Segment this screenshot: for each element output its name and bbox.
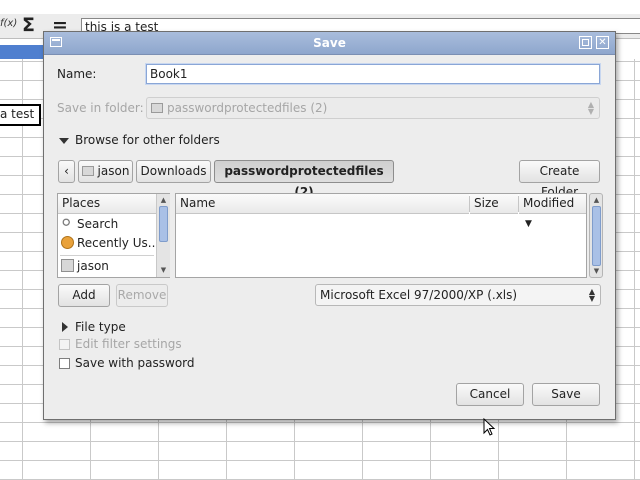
places-panel[interactable]: Places Search Recently Us... jason ▲ ▼	[57, 193, 170, 278]
home-folder-icon	[81, 166, 94, 176]
save-button[interactable]: Save	[532, 383, 600, 406]
save-in-folder-value: passwordprotectedfiles (2)	[167, 101, 328, 115]
close-icon[interactable]: ✕	[596, 36, 609, 49]
folder-icon	[151, 103, 163, 113]
scroll-down-icon[interactable]: ▼	[590, 267, 603, 275]
save-dialog: Save ✕ Name: Book1 Save in folder: passw…	[43, 31, 616, 420]
cancel-button[interactable]: Cancel	[456, 383, 524, 406]
function-wizard-icon[interactable]: f(x)	[0, 18, 17, 29]
recent-icon	[61, 236, 74, 249]
file-list[interactable]: Name Size Modified ▼	[175, 193, 587, 278]
path-button-jason[interactable]: jason	[78, 160, 133, 183]
places-scrollbar[interactable]: ▲ ▼	[156, 194, 170, 277]
create-folder-button[interactable]: Create Folder	[519, 160, 600, 199]
places-scroll-thumb[interactable]	[159, 206, 168, 242]
path-button-current[interactable]: passwordprotectedfiles (2)	[214, 160, 394, 199]
browse-other-folders-toggle[interactable]: Browse for other folders	[75, 133, 220, 147]
places-separator	[60, 255, 154, 256]
place-item-jason[interactable]: jason	[59, 257, 109, 276]
sort-descending-icon: ▼	[525, 219, 532, 229]
mouse-cursor-icon	[483, 418, 496, 436]
place-item-recent[interactable]: Recently Us...	[59, 234, 159, 253]
path-back-button[interactable]: ‹	[58, 160, 75, 183]
home-folder-icon	[61, 259, 74, 272]
dialog-titlebar[interactable]: Save ✕	[44, 32, 615, 55]
dialog-title: Save	[313, 36, 346, 50]
sum-icon[interactable]: Σ	[22, 14, 35, 36]
scroll-up-icon[interactable]: ▲	[590, 196, 603, 204]
file-filter-select[interactable]: Microsoft Excel 97/2000/XP (.xls) ▲ ▼	[315, 284, 601, 306]
column-name[interactable]: Name	[176, 194, 469, 214]
scroll-down-icon[interactable]: ▼	[157, 266, 170, 274]
edit-filter-label: Edit filter settings	[75, 337, 182, 351]
edit-filter-checkbox[interactable]	[59, 339, 70, 350]
file-filter-value: Microsoft Excel 97/2000/XP (.xls)	[320, 288, 518, 302]
column-size[interactable]: Size	[470, 194, 518, 214]
selected-column-header[interactable]	[0, 45, 44, 59]
expander-closed-icon[interactable]	[62, 322, 68, 332]
places-header[interactable]: Places	[58, 194, 156, 214]
combo-arrows-icon: ▲ ▼	[587, 100, 594, 116]
save-in-folder-label: Save in folder:	[57, 101, 144, 115]
expander-open-icon[interactable]	[59, 138, 69, 144]
combo-arrows-icon: ▲ ▼	[588, 287, 595, 303]
search-icon	[61, 217, 74, 230]
save-with-password-checkbox[interactable]	[59, 358, 70, 369]
maximize-icon[interactable]	[579, 36, 592, 49]
name-label: Name:	[57, 67, 97, 81]
name-field[interactable]: Book1	[146, 64, 600, 84]
file-list-scrollbar[interactable]: ▲ ▼	[589, 193, 603, 278]
scroll-up-icon[interactable]: ▲	[157, 196, 170, 204]
path-button-downloads[interactable]: Downloads	[136, 160, 211, 183]
remove-place-button[interactable]: Remove	[116, 284, 168, 307]
add-place-button[interactable]: Add	[58, 284, 110, 307]
place-item-search[interactable]: Search	[59, 215, 118, 234]
column-modified[interactable]: Modified ▼	[519, 194, 586, 229]
active-cell[interactable]: a test	[0, 104, 42, 126]
file-type-toggle[interactable]: File type	[75, 320, 126, 334]
save-with-password-label[interactable]: Save with password	[75, 356, 195, 370]
save-in-folder-select[interactable]: passwordprotectedfiles (2) ▲ ▼	[146, 97, 600, 119]
file-list-scroll-thumb[interactable]	[592, 206, 601, 266]
